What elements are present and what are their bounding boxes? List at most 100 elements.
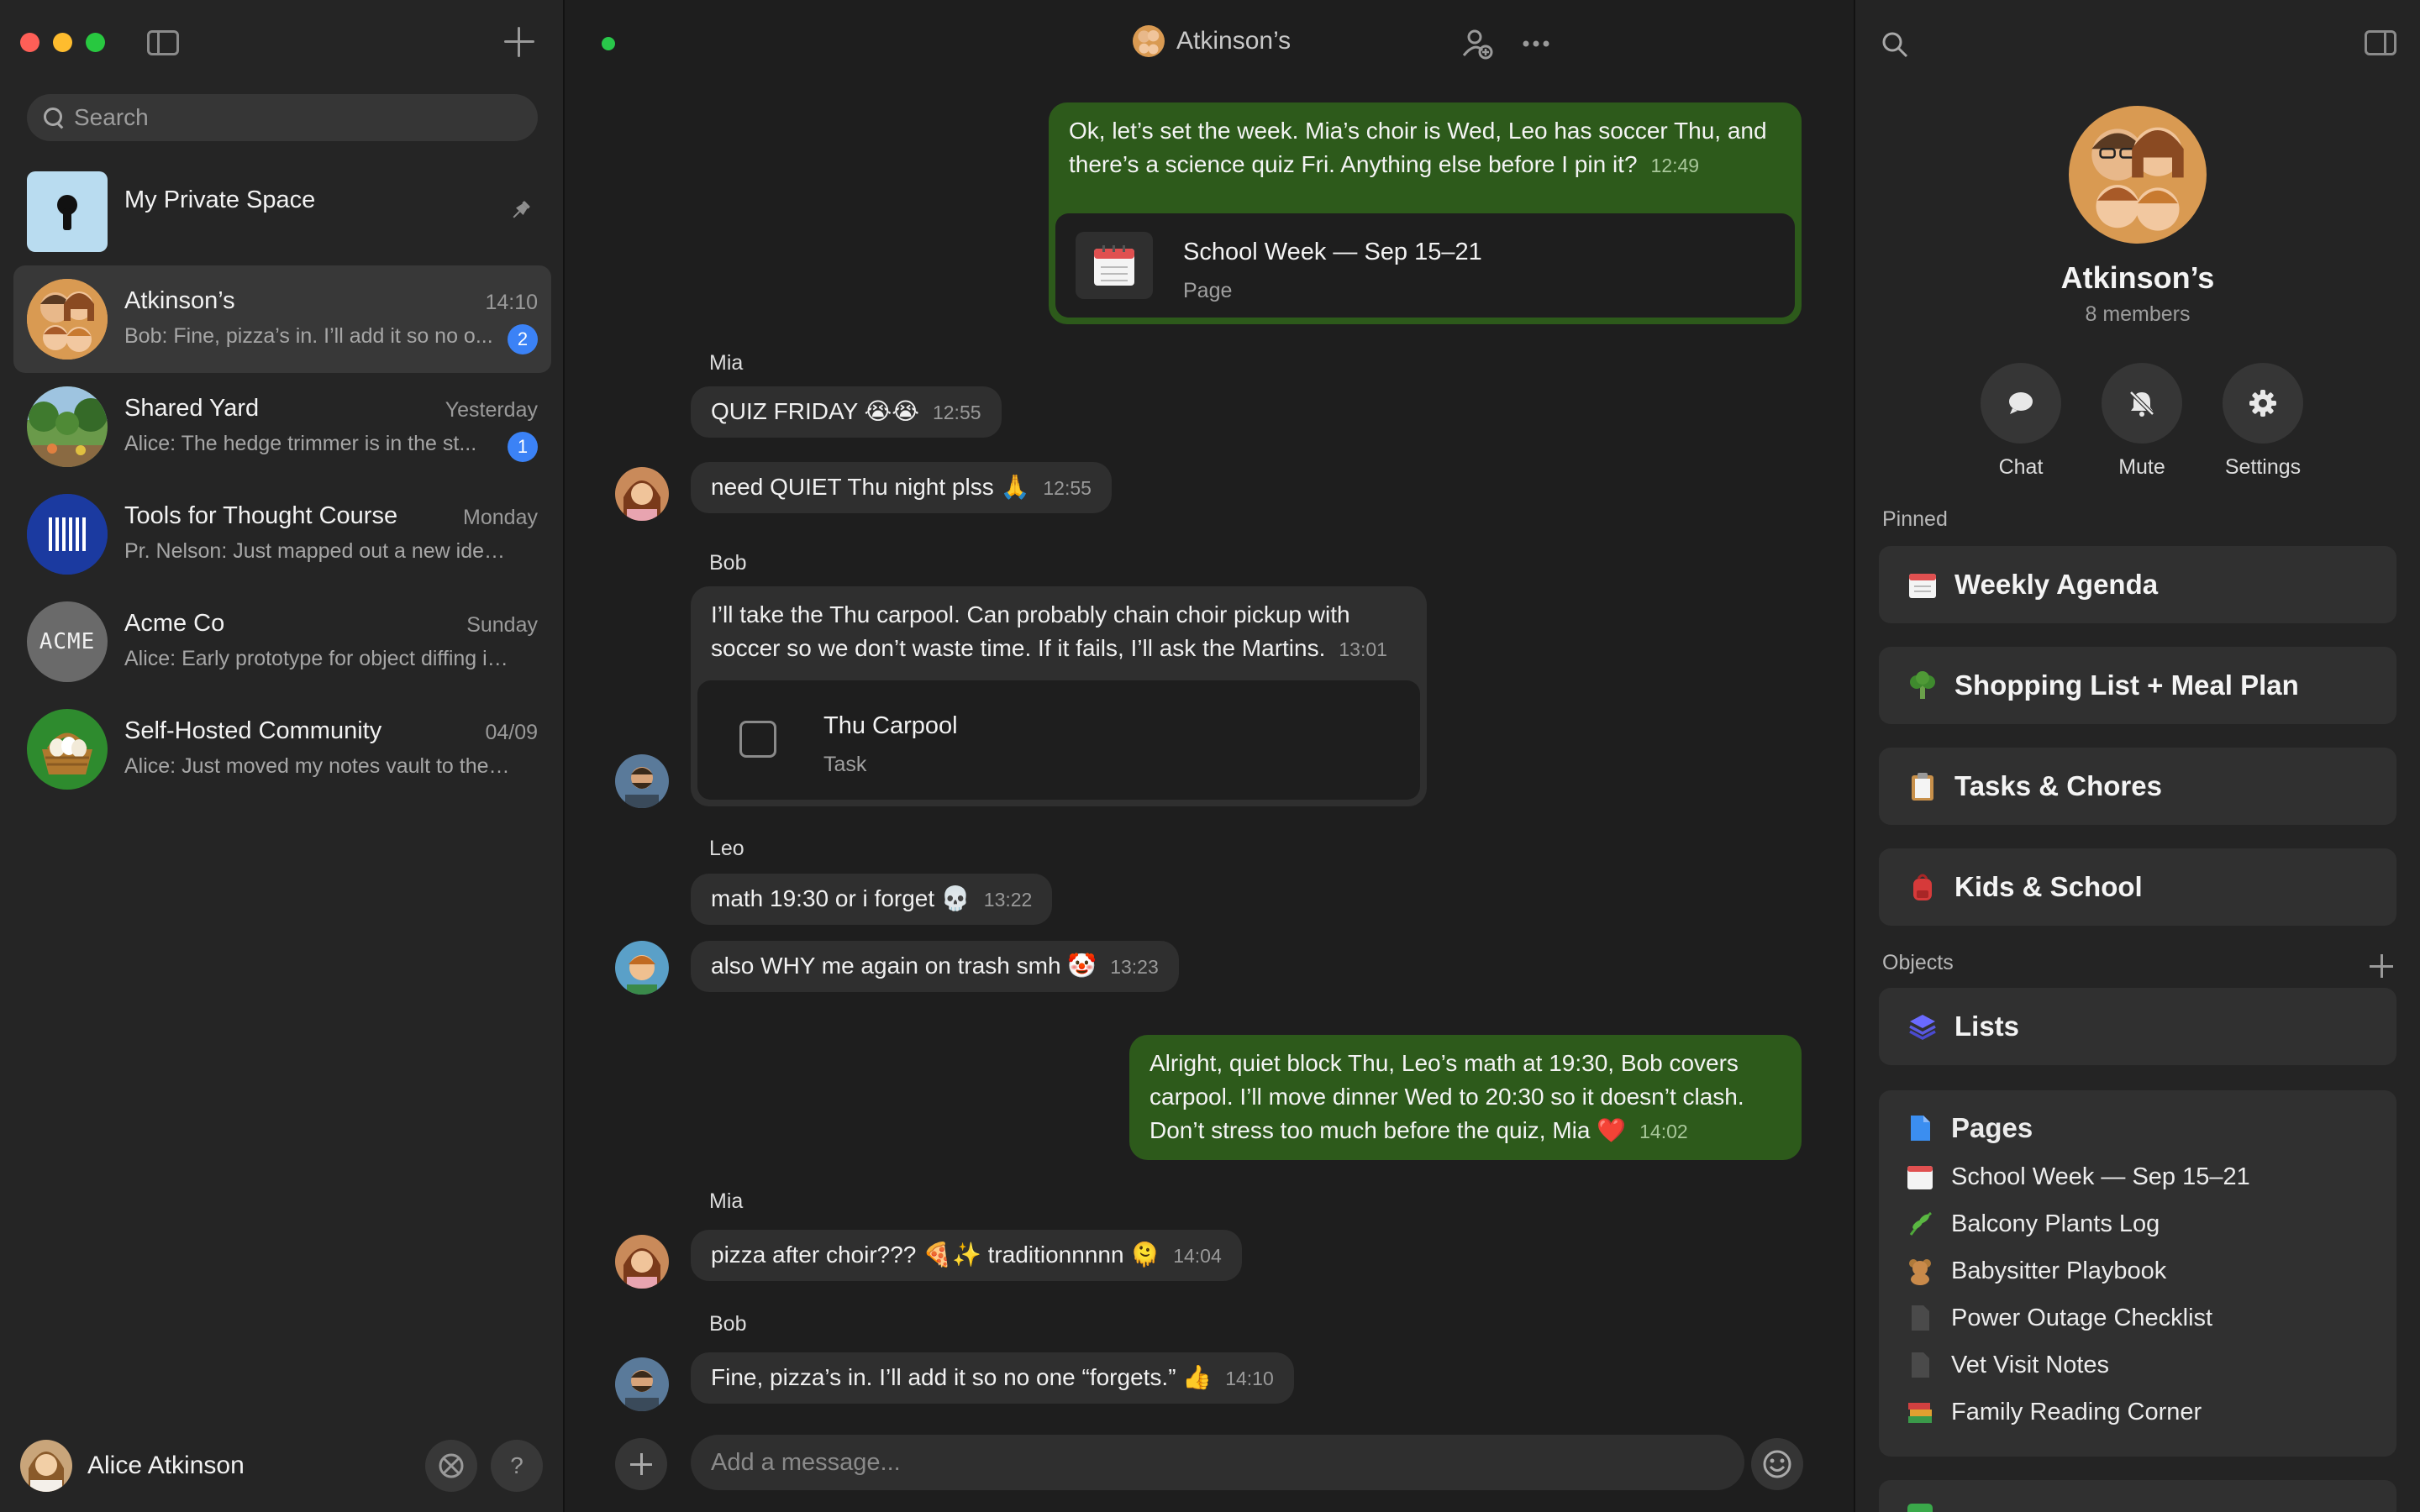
group-mini-avatar [1133,25,1165,57]
page-item[interactable]: Balcony Plants Log [1906,1210,2160,1238]
page-card[interactable]: School Week — Sep 15–21 Page [1055,213,1795,318]
avatar[interactable] [615,1357,669,1411]
member-count[interactable]: 8 members [1855,302,2420,327]
message-incoming[interactable]: math 19:30 or i forget 💀 13:22 [691,874,1053,925]
pin-icon[interactable] [508,198,533,223]
more-icon[interactable] [1519,27,1553,60]
page-item[interactable]: Power Outage Checklist [1906,1304,2212,1332]
chat-item-self-hosted[interactable]: Self-Hosted Community 04/09 Alice: Just … [13,696,551,803]
search-placeholder: Search [74,104,149,130]
calendar-icon [1076,232,1153,299]
lists-item[interactable]: Lists [1879,988,2396,1065]
message-incoming[interactable]: I’ll take the Thu carpool. Can probably … [691,586,1427,806]
attach-button[interactable] [615,1438,667,1490]
pinned-item[interactable]: Tasks & Chores [1879,748,2396,825]
action-label: Settings [2224,455,2302,479]
message-incoming[interactable]: also WHY me again on trash smh 🤡 13:23 [691,941,1179,992]
message-time: 13:22 [983,889,1033,911]
page-item-label: Vet Visit Notes [1951,1351,2110,1378]
add-object-button[interactable] [2370,954,2393,978]
mute-action-button[interactable]: Mute [2096,363,2188,480]
pinned-item[interactable]: Weekly Agenda [1879,546,2396,623]
pinned-item[interactable]: Kids & School [1879,848,2396,926]
sender-name: Mia [709,351,744,375]
search-input[interactable]: Search [27,94,538,141]
card-type: Task [823,753,867,776]
message-time: 13:01 [1339,638,1387,660]
add-member-icon[interactable] [1460,27,1494,60]
clipboard-icon [1912,773,1933,801]
message-time: 14:10 [1225,1368,1274,1389]
chat-preview: Alice: Early prototype for object diffin… [124,647,511,670]
pinned-item-label: Shopping List + Meal Plan [1954,669,2299,701]
message-text: QUIZ FRIDAY 😭😭 [711,398,919,424]
barcode-logo-icon [27,494,108,575]
lists-label: Lists [1954,1011,2020,1042]
action-label: Chat [1998,455,2044,479]
message-incoming[interactable]: need QUIET Thu night plss 🙏 12:55 [691,462,1112,513]
message-text: also WHY me again on trash smh 🤡 [711,953,1097,979]
object-section-partial[interactable] [1879,1480,2396,1512]
objects-section-label: Objects [1882,951,1954,974]
herb-icon [1909,1211,1932,1236]
message-time: 14:04 [1173,1245,1222,1267]
chat-preview: Bob: Fine, pizza’s in. I’ll add it so no… [124,324,493,348]
pinned-item[interactable]: Shopping List + Meal Plan [1879,647,2396,724]
help-button[interactable]: ? [491,1440,543,1492]
private-space-label: My Private Space [124,186,316,213]
network-status-button[interactable] [425,1440,477,1492]
checkbox-icon[interactable] [739,721,776,758]
chat-item-tools-for-thought[interactable]: Tools for Thought Course Monday Pr. Nels… [13,480,551,588]
basket-avatar [27,709,108,790]
emoji-button[interactable] [1751,1438,1803,1490]
chat-name: Self-Hosted Community [124,717,382,744]
maximize-window-button[interactable] [86,33,105,52]
chat-item-acme-co[interactable]: ACME Acme Co Sunday Alice: Early prototy… [13,588,551,696]
page-item-label: Power Outage Checklist [1951,1304,2213,1331]
info-panel: Atkinson’s 8 members Chat Mute Settings … [1855,0,2420,1512]
message-incoming[interactable]: Fine, pizza’s in. I’ll add it so no one … [691,1352,1294,1404]
avatar[interactable] [615,467,669,521]
garden-avatar [27,386,108,467]
family-avatar [27,279,108,360]
chat-header[interactable]: Atkinson’s [1133,25,1291,57]
chat-preview: Alice: Just moved my notes vault to the … [124,754,511,778]
message-outgoing[interactable]: Alright, quiet block Thu, Leo’s math at … [1129,1035,1802,1160]
sidebar-toggle-icon[interactable] [2365,30,2396,55]
broccoli-icon [1910,671,1935,699]
pages-header[interactable]: Pages [1906,1112,2033,1144]
chat-name: Acme Co [124,610,225,637]
page-item[interactable]: School Week — Sep 15–21 [1906,1163,2250,1191]
message-text: need QUIET Thu night plss 🙏 [711,474,1030,500]
pinned-item-label: Weekly Agenda [1954,569,2159,600]
chat-action-button[interactable]: Chat [1975,363,2067,480]
new-chat-button[interactable] [504,27,534,57]
minimize-window-button[interactable] [53,33,72,52]
page-item[interactable]: Babysitter Playbook [1906,1257,2166,1285]
avatar[interactable] [20,1440,72,1492]
task-card[interactable]: Thu Carpool Task [697,680,1420,800]
bell-off-icon [2129,391,2154,417]
message-text: pizza after choir??? 🍕✨ traditionnnnn 🫠 [711,1242,1160,1268]
private-space-item[interactable]: My Private Space [13,158,551,265]
search-icon[interactable] [1881,30,1909,59]
message-outgoing[interactable]: Ok, let’s set the week. Mia’s choir is W… [1049,102,1802,324]
message-input[interactable]: Add a message... [691,1435,1744,1490]
page-item[interactable]: Vet Visit Notes [1906,1351,2109,1379]
chat-item-shared-yard[interactable]: Shared Yard Yesterday Alice: The hedge t… [13,373,551,480]
message-incoming[interactable]: QUIZ FRIDAY 😭😭 12:55 [691,386,1002,438]
page-item[interactable]: Family Reading Corner [1906,1398,2202,1426]
account-bar: Alice Atkinson ? [0,1415,563,1512]
chat-name: Atkinson’s [124,287,235,314]
tasks-icon [1907,1504,1933,1512]
calendar-icon [1907,1166,1933,1189]
avatar[interactable] [615,1235,669,1289]
message-time: 14:02 [1639,1121,1688,1142]
close-window-button[interactable] [20,33,39,52]
avatar[interactable] [615,754,669,808]
sidebar-toggle-icon[interactable] [147,30,179,55]
settings-action-button[interactable]: Settings [2217,363,2309,480]
chat-item-atkinsons[interactable]: Atkinson’s 14:10 Bob: Fine, pizza’s in. … [13,265,551,373]
avatar[interactable] [615,941,669,995]
message-incoming[interactable]: pizza after choir??? 🍕✨ traditionnnnn 🫠 1… [691,1230,1242,1281]
